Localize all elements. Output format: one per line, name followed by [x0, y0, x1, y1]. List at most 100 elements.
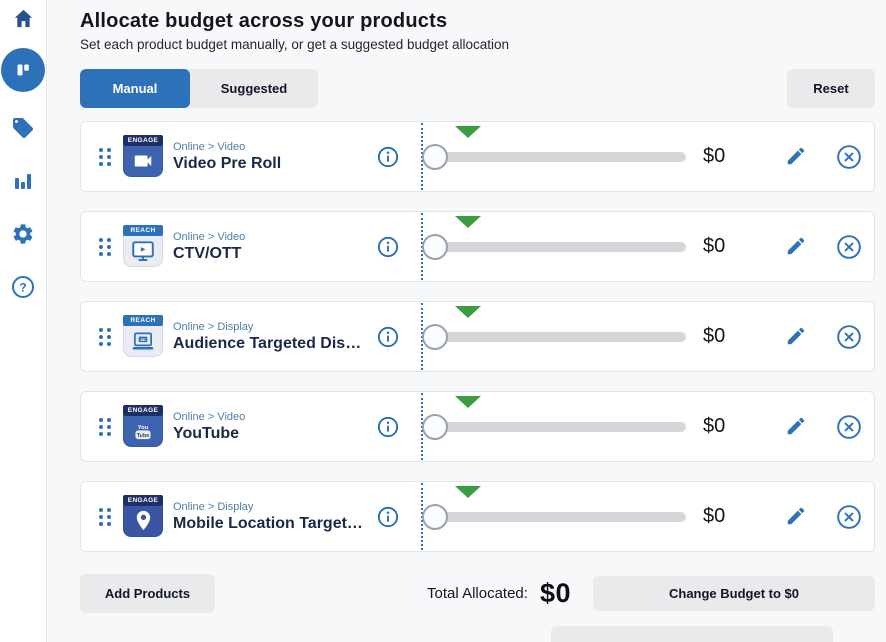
- budget-amount: $0: [703, 505, 765, 528]
- suggested-marker-icon: [455, 126, 481, 138]
- budget-slider[interactable]: [421, 123, 686, 190]
- svg-text:AD: AD: [140, 337, 146, 342]
- slider-thumb[interactable]: [422, 234, 448, 260]
- slider-track[interactable]: [425, 422, 686, 432]
- product-category: Online > Display: [173, 501, 366, 513]
- slider-thumb[interactable]: [422, 504, 448, 530]
- product-badge: ENGAGE: [123, 405, 163, 416]
- reset-button[interactable]: Reset: [787, 69, 875, 108]
- svg-text:?: ?: [19, 281, 26, 295]
- main-content: Allocate budget across your products Set…: [47, 0, 886, 642]
- edit-pencil-icon[interactable]: [785, 145, 809, 169]
- product-thumbnail: REACH AD: [123, 317, 163, 357]
- remove-product-icon[interactable]: [836, 504, 862, 530]
- drag-handle-icon[interactable]: [99, 508, 112, 526]
- help-icon: ?: [11, 275, 35, 299]
- drag-handle-icon[interactable]: [99, 148, 112, 166]
- suggested-marker-icon: [455, 486, 481, 498]
- slider-track[interactable]: [425, 242, 686, 252]
- product-category: Online > Video: [173, 141, 366, 153]
- info-icon[interactable]: [377, 326, 399, 348]
- budget-slider[interactable]: [421, 393, 686, 460]
- budget-slider[interactable]: [421, 303, 686, 370]
- slider-track[interactable]: [425, 332, 686, 342]
- sidebar-item-home[interactable]: [12, 7, 35, 30]
- info-icon[interactable]: [377, 416, 399, 438]
- suggested-marker-icon: [455, 216, 481, 228]
- product-info: Online > Video Video Pre Roll: [173, 141, 366, 173]
- tag-icon: [11, 116, 35, 140]
- drag-handle-icon[interactable]: [99, 238, 112, 256]
- slider-thumb[interactable]: [422, 144, 448, 170]
- slider-thumb[interactable]: [422, 324, 448, 350]
- product-badge: ENGAGE: [123, 135, 163, 146]
- product-name: CTV/OTT: [173, 245, 366, 263]
- footer-bar: Add Products Total Allocated: $0 Change …: [80, 574, 875, 613]
- drag-handle-icon[interactable]: [99, 418, 112, 436]
- product-row: ENGAGE Online > Video Video Pre Roll $0: [80, 121, 875, 192]
- slider-track[interactable]: [425, 152, 686, 162]
- product-row: ENGAGE YouTube Online > Video YouTube $0: [80, 391, 875, 462]
- secondary-action-button-partial[interactable]: [551, 626, 833, 642]
- info-icon[interactable]: [377, 506, 399, 528]
- product-info: Online > Video CTV/OTT: [173, 231, 366, 263]
- slider-track[interactable]: [425, 512, 686, 522]
- product-category: Online > Video: [173, 411, 366, 423]
- product-name: Mobile Location Target…: [173, 515, 366, 533]
- product-row: ENGAGE Online > Display Mobile Location …: [80, 481, 875, 552]
- mode-toggle: Manual Suggested: [80, 69, 318, 108]
- product-thumbnail: ENGAGE: [123, 497, 163, 537]
- sidebar-item-tags[interactable]: [11, 116, 35, 140]
- product-row: REACH AD Online > Display Audience Targe…: [80, 301, 875, 372]
- product-category: Online > Video: [173, 231, 366, 243]
- page-subtitle: Set each product budget manually, or get…: [80, 37, 875, 52]
- svg-text:You: You: [138, 424, 149, 430]
- total-allocated-value: $0: [540, 578, 571, 609]
- tab-manual[interactable]: Manual: [80, 69, 190, 108]
- budget-amount: $0: [703, 415, 765, 438]
- sidebar: ?: [0, 0, 47, 642]
- product-name: YouTube: [173, 425, 366, 443]
- budget-amount: $0: [703, 325, 765, 348]
- edit-pencil-icon[interactable]: [785, 235, 809, 259]
- tab-suggested[interactable]: Suggested: [190, 69, 318, 108]
- product-info: Online > Display Audience Targeted Dis…: [173, 321, 366, 353]
- product-row: REACH Online > Video CTV/OTT $0: [80, 211, 875, 282]
- edit-pencil-icon[interactable]: [785, 415, 809, 439]
- product-category: Online > Display: [173, 321, 366, 333]
- info-icon[interactable]: [377, 236, 399, 258]
- product-list: ENGAGE Online > Video Video Pre Roll $0: [80, 121, 875, 552]
- budget-slider[interactable]: [421, 213, 686, 280]
- product-thumbnail: ENGAGE You Tube: [123, 407, 163, 447]
- drag-handle-icon[interactable]: [99, 328, 112, 346]
- sidebar-item-help[interactable]: ?: [11, 275, 35, 299]
- page-title: Allocate budget across your products: [80, 10, 875, 33]
- toolbar: Manual Suggested Reset: [80, 69, 875, 108]
- edit-pencil-icon[interactable]: [785, 325, 809, 349]
- remove-product-icon[interactable]: [836, 144, 862, 170]
- suggested-marker-icon: [455, 396, 481, 408]
- svg-text:Tube: Tube: [137, 432, 149, 438]
- gear-icon: [11, 222, 35, 246]
- change-budget-button[interactable]: Change Budget to $0: [593, 576, 875, 611]
- bar-chart-icon: [11, 169, 35, 193]
- info-icon[interactable]: [377, 146, 399, 168]
- remove-product-icon[interactable]: [836, 234, 862, 260]
- remove-product-icon[interactable]: [836, 324, 862, 350]
- budget-amount: $0: [703, 145, 765, 168]
- edit-pencil-icon[interactable]: [785, 505, 809, 529]
- sidebar-item-budget-active[interactable]: [1, 48, 45, 92]
- budget-slider[interactable]: [421, 483, 686, 550]
- remove-product-icon[interactable]: [836, 414, 862, 440]
- home-icon: [12, 7, 35, 30]
- slider-thumb[interactable]: [422, 414, 448, 440]
- product-badge: REACH: [123, 225, 163, 236]
- budget-amount: $0: [703, 235, 765, 258]
- product-info: Online > Display Mobile Location Target…: [173, 501, 366, 533]
- add-products-button[interactable]: Add Products: [80, 574, 215, 613]
- product-name: Video Pre Roll: [173, 155, 366, 173]
- sidebar-item-settings[interactable]: [11, 222, 35, 246]
- sidebar-item-analytics[interactable]: [11, 169, 35, 193]
- total-allocated-label: Total Allocated:: [427, 585, 528, 602]
- product-thumbnail: REACH: [123, 227, 163, 267]
